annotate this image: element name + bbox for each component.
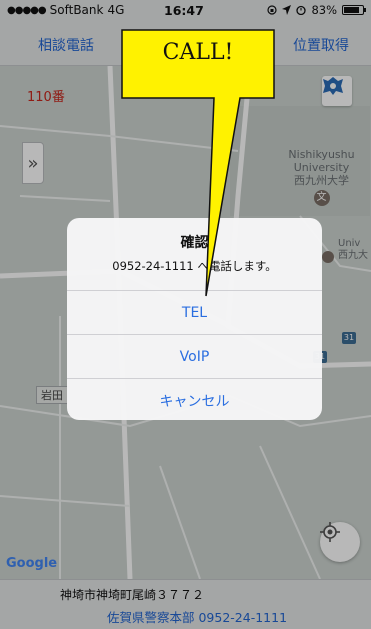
- confirm-call-dialog: 確認 0952-24-1111 へ電話します。 TEL VoIP キャンセル: [67, 218, 322, 420]
- voip-button[interactable]: VoIP: [67, 334, 322, 378]
- dialog-title: 確認: [180, 235, 209, 251]
- dialog-message: 0952-24-1111 へ電話します。: [112, 259, 277, 273]
- tel-button[interactable]: TEL: [67, 290, 322, 334]
- cancel-button[interactable]: キャンセル: [67, 378, 322, 420]
